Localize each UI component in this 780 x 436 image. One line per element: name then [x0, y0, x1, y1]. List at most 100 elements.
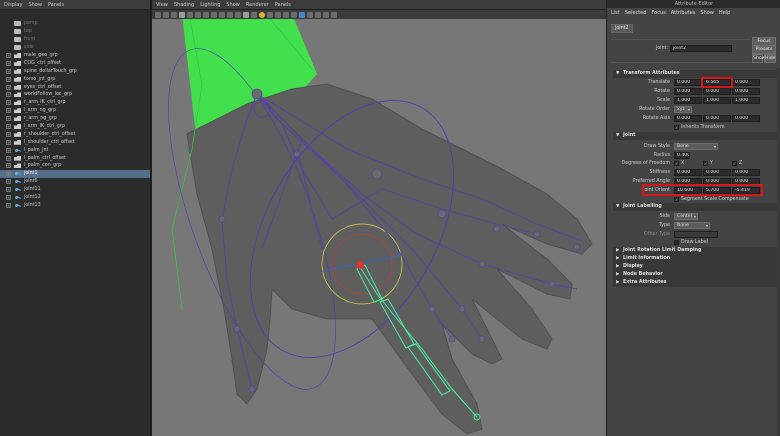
film-gate-icon[interactable] — [195, 11, 201, 18]
smooth-shade-icon[interactable] — [243, 11, 249, 18]
viewport-menu-lighting[interactable]: Lighting — [200, 2, 220, 8]
outliner-item[interactable]: + r_shoulder_ctrl_offset — [0, 130, 150, 138]
section-extra-attributes[interactable]: ▶ Extra Attributes — [613, 279, 777, 287]
side-dropdown[interactable]: Center — [674, 213, 698, 220]
depth-of-field-icon[interactable] — [323, 11, 329, 18]
viewport-scene[interactable] — [152, 19, 606, 436]
backface-icon[interactable] — [307, 11, 313, 18]
outliner-item[interactable]: + l_palm_ctrl_offset — [0, 154, 150, 162]
wireframe-icon[interactable] — [235, 11, 241, 18]
outliner-item[interactable]: + l_palm_con_grp — [0, 162, 150, 170]
outliner-item[interactable]: + joint6 — [0, 178, 150, 186]
outliner-item[interactable]: + eyes_ctrl_offset — [0, 83, 150, 91]
textured-icon[interactable] — [251, 11, 257, 18]
expand-toggle-icon[interactable]: + — [6, 147, 11, 153]
other-type-field[interactable] — [674, 231, 718, 238]
outliner-item[interactable]: + male_geo_grp — [0, 52, 150, 60]
viewport-panel[interactable]: View Shading Lighting Show Renderer Pane… — [152, 0, 606, 436]
viewport-menu-renderer[interactable]: Renderer — [246, 2, 269, 8]
viewport-menu-view[interactable]: View — [156, 2, 168, 8]
stiffness-z[interactable]: 0.000 — [732, 169, 760, 176]
section-rotation-limit-damping[interactable]: ▶ Joint Rotation Limit Damping — [613, 247, 777, 255]
expand-toggle-icon[interactable]: + — [6, 131, 11, 137]
outliner-menu-panels[interactable]: Panels — [48, 2, 64, 8]
ae-menu-show[interactable]: Show — [700, 10, 714, 16]
rotate-order-dropdown[interactable]: xyz — [674, 106, 692, 113]
ae-menu-focus[interactable]: Focus — [651, 10, 665, 16]
expand-toggle-icon[interactable]: + — [6, 187, 11, 193]
expand-toggle-icon[interactable]: + — [6, 155, 11, 161]
outliner-item[interactable]: + torso_jnt_grp — [0, 75, 150, 83]
expand-toggle-icon[interactable]: + — [6, 179, 11, 185]
outliner-item[interactable]: + l_palm_jnt — [0, 146, 150, 154]
outliner-item[interactable]: + joint1 — [0, 169, 150, 178]
expand-toggle-icon[interactable]: + — [6, 195, 11, 201]
select-camera-icon[interactable] — [155, 11, 161, 18]
viewport-menu-shading[interactable]: Shading — [174, 2, 194, 8]
expand-toggle-icon[interactable]: + — [6, 84, 11, 90]
dof-x-checkbox[interactable]: ✓ — [674, 161, 679, 166]
section-node-behavior[interactable]: ▶ Node Behavior — [613, 271, 777, 279]
rotate-x[interactable]: 0.000 — [674, 88, 702, 95]
outliner-item[interactable]: + joint13 — [0, 201, 150, 209]
image-plane-icon[interactable] — [179, 11, 185, 18]
presets-button[interactable]: Presets — [752, 45, 776, 54]
expand-toggle-icon[interactable]: + — [6, 92, 11, 98]
lights-icon[interactable] — [259, 11, 265, 18]
type-dropdown[interactable]: None — [674, 222, 710, 229]
outliner-item[interactable]: + r_arm_ng_grp — [0, 115, 150, 123]
scale-z[interactable]: 1.000 — [732, 97, 760, 104]
expand-toggle-icon[interactable]: + — [6, 60, 11, 66]
rotate-z[interactable]: 0.000 — [732, 88, 760, 95]
bookmark-icon[interactable] — [171, 11, 177, 18]
outliner-item[interactable]: + joint11 — [0, 186, 150, 194]
field-chart-icon[interactable] — [219, 11, 225, 18]
outliner-item[interactable]: + l_arm_ng_grp — [0, 107, 150, 115]
xray-joints-icon[interactable] — [299, 11, 305, 18]
scale-y[interactable]: 1.000 — [703, 97, 731, 104]
stiffness-y[interactable]: 0.000 — [703, 169, 731, 176]
scale-x[interactable]: 1.000 — [674, 97, 702, 104]
show-button[interactable]: Show — [752, 54, 765, 63]
outliner-item[interactable]: + l_shoulder_ctrl_offset — [0, 138, 150, 146]
outliner-item[interactable]: + worldFollow_loc_grp — [0, 91, 150, 99]
node-name-field[interactable]: joint2 — [670, 45, 732, 52]
anti-alias-icon[interactable] — [331, 11, 337, 18]
draw-label-checkbox[interactable] — [674, 240, 679, 245]
outliner-item[interactable]: front — [0, 36, 150, 44]
isolate-select-icon[interactable] — [283, 11, 289, 18]
expand-toggle-icon[interactable]: + — [6, 108, 11, 114]
ae-menu-help[interactable]: Help — [719, 10, 730, 16]
ae-menu-attributes[interactable]: Attributes — [671, 10, 696, 16]
translate-z[interactable]: 0.000 — [732, 79, 760, 86]
viewport-menu-show[interactable]: Show — [226, 2, 240, 8]
section-transform[interactable]: ▼ Transform Attributes — [613, 70, 777, 78]
expand-toggle-icon[interactable]: + — [6, 116, 11, 122]
section-limit-information[interactable]: ▶ Limit Information — [613, 255, 777, 263]
segment-scale-checkbox[interactable]: ✓ — [674, 197, 679, 202]
expand-toggle-icon[interactable]: + — [6, 76, 11, 82]
expand-toggle-icon[interactable]: + — [6, 124, 11, 130]
dof-y-checkbox[interactable]: ✓ — [703, 161, 708, 166]
outliner-item[interactable]: top — [0, 28, 150, 36]
hide-button[interactable]: Hide — [764, 54, 776, 63]
dof-z-checkbox[interactable]: ✓ — [732, 161, 737, 166]
ae-menu-list[interactable]: List — [611, 10, 620, 16]
rotate-axis-x[interactable]: 0.000 — [674, 115, 702, 122]
outliner-menu-display[interactable]: Display — [4, 2, 22, 8]
stiffness-x[interactable]: 0.000 — [674, 169, 702, 176]
resolution-gate-icon[interactable] — [203, 11, 209, 18]
radius-field[interactable]: 0.400 — [674, 152, 690, 159]
grid-icon[interactable] — [187, 11, 193, 18]
outliner-item[interactable]: side — [0, 44, 150, 52]
gate-mask-icon[interactable] — [211, 11, 217, 18]
expand-toggle-icon[interactable]: + — [6, 171, 11, 177]
outliner-item[interactable]: + joint12 — [0, 194, 150, 202]
motion-blur-icon[interactable] — [315, 11, 321, 18]
ae-node-tab[interactable]: joint2 — [611, 24, 633, 33]
section-joint-labelling[interactable]: ▼ Joint Labelling — [613, 203, 777, 211]
rotate-axis-z[interactable]: 0.000 — [732, 115, 760, 122]
expand-toggle-icon[interactable]: + — [6, 100, 11, 106]
expand-toggle-icon[interactable]: + — [6, 139, 11, 145]
expand-toggle-icon[interactable]: + — [6, 202, 11, 208]
